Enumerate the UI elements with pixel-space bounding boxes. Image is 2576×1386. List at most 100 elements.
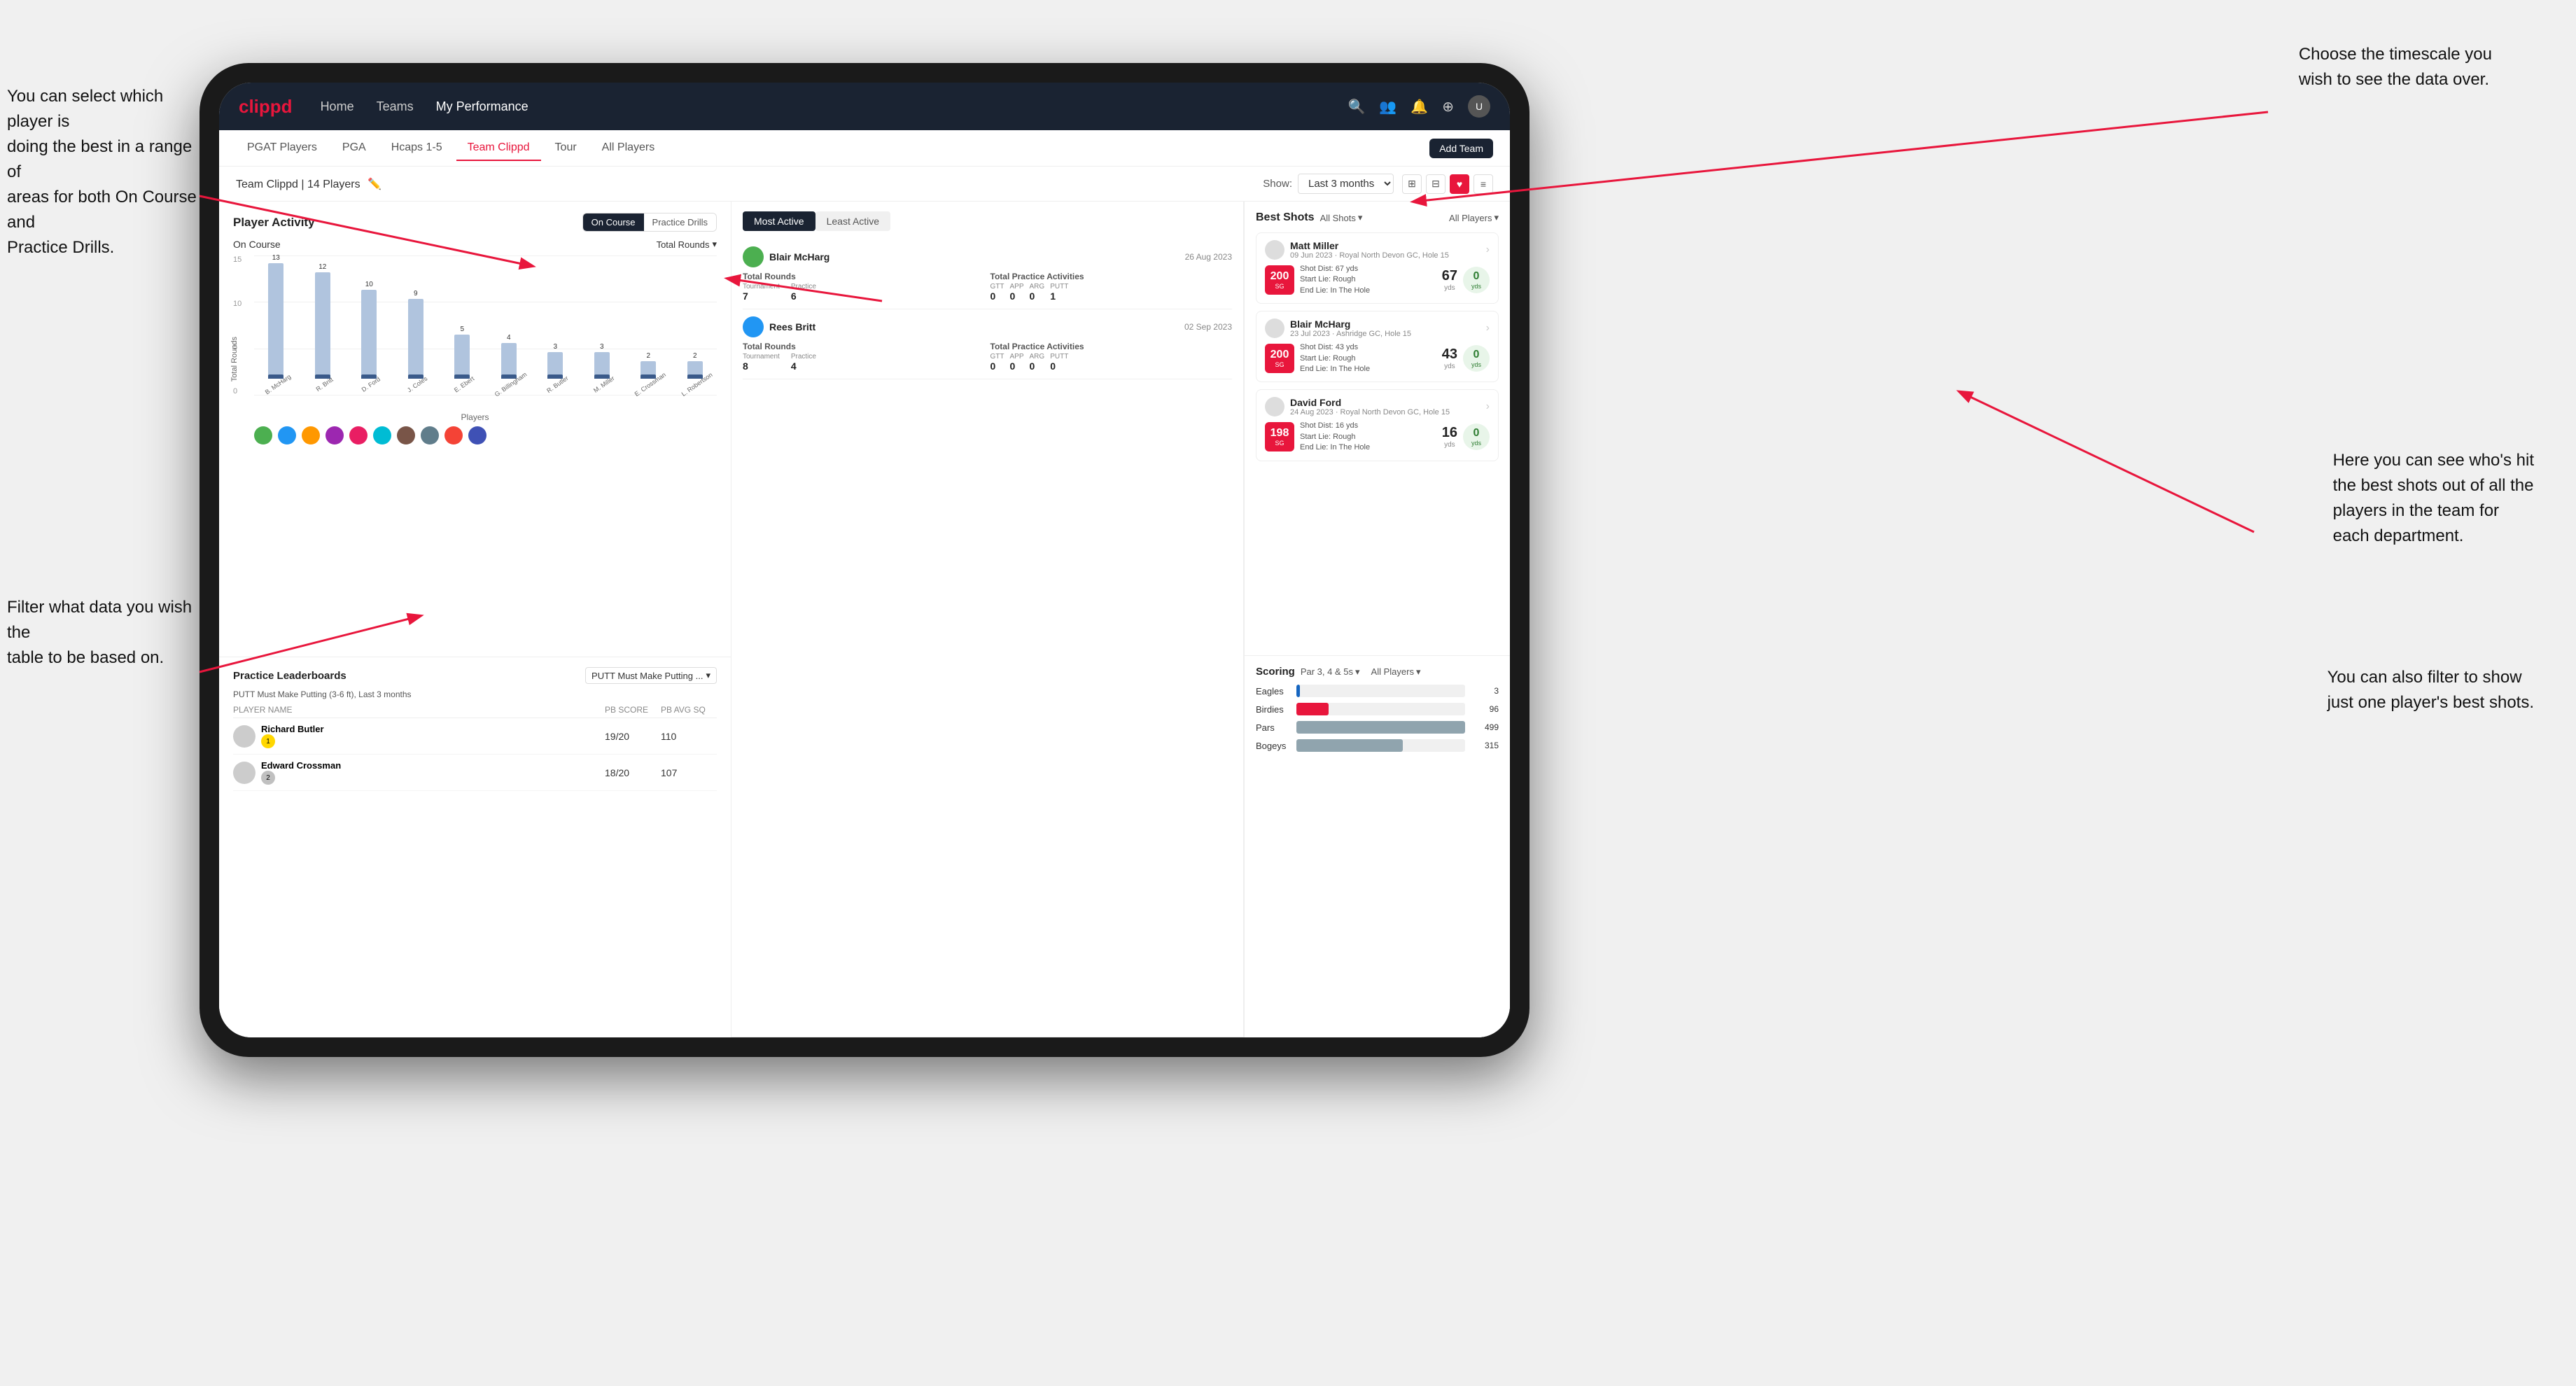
practice-filter-dropdown[interactable]: PUTT Must Make Putting ... ▾ (585, 667, 717, 684)
tab-all-players[interactable]: All Players (591, 136, 666, 161)
nav-links: Home Teams My Performance (321, 99, 1348, 114)
player-activity-card: Blair McHarg 26 Aug 2023 Total Rounds To… (743, 239, 1232, 309)
scoring-bars: Eagles 3 Birdies 96 Pars 499 Bogeys 315 (1256, 685, 1499, 752)
shot-player-meta: 23 Jul 2023 · Ashridge GC, Hole 15 (1290, 330, 1411, 338)
shot-details-row: 198 SG Shot Dist: 16 yds Start Lie: Roug… (1265, 421, 1490, 453)
shots-filter-dropdown[interactable]: All Shots ▾ (1320, 212, 1363, 223)
chevron-right-icon: › (1486, 400, 1490, 413)
practice-drills-toggle[interactable]: Practice Drills (644, 214, 716, 231)
navbar: clippd Home Teams My Performance 🔍 👥 🔔 ⊕… (219, 83, 1510, 130)
nav-link-home[interactable]: Home (321, 99, 354, 114)
leaderboard-row: Edward Crossman 2 18/20 107 (233, 755, 717, 791)
people-icon[interactable]: 👥 (1379, 98, 1396, 115)
tab-hcaps[interactable]: Hcaps 1-5 (380, 136, 454, 161)
mini-avatar (444, 426, 463, 444)
practice-header: Practice Leaderboards PUTT Must Make Put… (233, 667, 717, 684)
scoring-bar-track (1296, 685, 1465, 697)
middle-panel: Most Active Least Active Blair McHarg 26… (732, 202, 1244, 1037)
chart-dropdown[interactable]: Total Rounds ▾ (657, 239, 717, 250)
tab-pga[interactable]: PGA (331, 136, 377, 161)
best-shots-title: Best Shots (1256, 211, 1315, 224)
bar (640, 361, 656, 379)
bar-label-top: 4 (507, 334, 511, 342)
view-list-button[interactable]: ≡ (1474, 174, 1493, 194)
team-name: Team Clippd | 14 Players ✏️ (236, 177, 1263, 191)
scoring-bar-row: Bogeys 315 (1256, 739, 1499, 752)
shot-player-name: Blair McHarg (1290, 318, 1411, 330)
tab-tour[interactable]: Tour (544, 136, 588, 161)
y-axis-title: Total Rounds (230, 337, 239, 382)
scoring-player-filter-dropdown[interactable]: All Players ▾ (1371, 666, 1421, 678)
search-icon[interactable]: 🔍 (1348, 98, 1366, 115)
scoring-filter-dropdown[interactable]: Par 3, 4 & 5s ▾ (1301, 666, 1360, 678)
pb-score-cell: 18/20 (605, 767, 661, 778)
shot-yds: 43 yds (1442, 346, 1457, 370)
shot-yds: 16 yds (1442, 425, 1457, 449)
view-grid-small-button[interactable]: ⊟ (1426, 174, 1446, 194)
scoring-bar-label: Bogeys (1256, 741, 1291, 751)
shot-player-name: Matt Miller (1290, 240, 1449, 251)
shot-player-row: Blair McHarg 23 Jul 2023 · Ashridge GC, … (1265, 318, 1490, 338)
shot-card[interactable]: David Ford 24 Aug 2023 · Royal North Dev… (1256, 389, 1499, 461)
team-header: Team Clippd | 14 Players ✏️ Show: Last 3… (219, 167, 1510, 202)
shot-details-row: 200 SG Shot Dist: 67 yds Start Lie: Roug… (1265, 264, 1490, 296)
left-panel: Player Activity On Course Practice Drill… (219, 202, 732, 1037)
player-activity-cards: Blair McHarg 26 Aug 2023 Total Rounds To… (743, 239, 1232, 379)
scoring-header: Scoring Par 3, 4 & 5s ▾ All Players ▾ (1256, 666, 1499, 678)
tab-team-clippd[interactable]: Team Clippd (456, 136, 541, 161)
tablet-screen: clippd Home Teams My Performance 🔍 👥 🔔 ⊕… (219, 83, 1510, 1037)
shot-info: Shot Dist: 43 yds Start Lie: Rough End L… (1300, 342, 1436, 374)
tablet-shell: clippd Home Teams My Performance 🔍 👥 🔔 ⊕… (200, 63, 1530, 1057)
bar (361, 290, 377, 379)
leaderboard-rows: Richard Butler 1 19/20 110 Edward Crossm… (233, 718, 717, 791)
nav-link-performance[interactable]: My Performance (436, 99, 528, 114)
practice-subtitle: PUTT Must Make Putting (3-6 ft), Last 3 … (233, 690, 717, 699)
most-active-panel: Most Active Least Active Blair McHarg 26… (732, 202, 1244, 1037)
least-active-tab[interactable]: Least Active (816, 211, 891, 231)
view-grid-large-button[interactable]: ⊞ (1402, 174, 1422, 194)
shot-zero: 0 yds (1463, 345, 1490, 372)
shot-badge: 198 SG (1265, 422, 1294, 451)
player-name-cell: Edward Crossman 2 (233, 760, 605, 785)
annotation-best-shots: Here you can see who's hitthe best shots… (2333, 448, 2534, 549)
player-name: Edward Crossman (261, 760, 341, 771)
scoring-bar-label: Eagles (1256, 686, 1291, 696)
bell-icon[interactable]: 🔔 (1410, 98, 1428, 115)
annotation-filter: Filter what data you wish thetable to be… (7, 595, 210, 671)
chevron-down-icon: ▾ (712, 239, 717, 250)
add-team-button[interactable]: Add Team (1429, 139, 1493, 158)
best-shots-header: Best Shots All Shots ▾ All Players ▾ (1256, 211, 1499, 224)
player-name-cell: Richard Butler 1 (233, 724, 605, 748)
time-period-select[interactable]: Last 3 months (1298, 174, 1394, 194)
pb-avg-cell: 107 (661, 767, 717, 778)
shot-player-name: David Ford (1290, 397, 1450, 408)
on-course-toggle[interactable]: On Course (583, 214, 644, 231)
shot-player-avatar (1265, 397, 1284, 416)
scoring-bar-track (1296, 739, 1465, 752)
view-heart-button[interactable]: ♥ (1450, 174, 1469, 194)
most-active-tab[interactable]: Most Active (743, 211, 816, 231)
show-label: Show: (1263, 178, 1292, 190)
scoring-bar-row: Birdies 96 (1256, 703, 1499, 715)
shot-card[interactable]: Matt Miller 09 Jun 2023 · Royal North De… (1256, 232, 1499, 304)
mini-avatar (349, 426, 368, 444)
shot-details-row: 200 SG Shot Dist: 43 yds Start Lie: Roug… (1265, 342, 1490, 374)
rank-badge: 1 (261, 734, 275, 748)
chevron-down-icon: ▾ (706, 670, 710, 681)
pb-score-cell: 19/20 (605, 731, 661, 742)
edit-icon[interactable]: ✏️ (368, 178, 382, 190)
add-circle-icon[interactable]: ⊕ (1442, 98, 1454, 115)
practice-panel: Practice Leaderboards PUTT Must Make Put… (219, 657, 732, 1037)
mini-avatar (278, 426, 296, 444)
nav-link-teams[interactable]: Teams (377, 99, 414, 114)
shot-card[interactable]: Blair McHarg 23 Jul 2023 · Ashridge GC, … (1256, 311, 1499, 382)
tab-pgat-players[interactable]: PGAT Players (236, 136, 328, 161)
scoring-bar-value: 3 (1471, 686, 1499, 696)
best-shots-panel: Best Shots All Shots ▾ All Players ▾ (1245, 202, 1510, 656)
avatar[interactable]: U (1468, 95, 1490, 118)
scoring-bar-value: 96 (1471, 704, 1499, 714)
scoring-title: Scoring (1256, 666, 1295, 678)
main-content: Player Activity On Course Practice Drill… (219, 202, 1510, 1037)
shots-player-filter-dropdown[interactable]: All Players ▾ (1449, 212, 1499, 223)
chevron-right-icon: › (1486, 322, 1490, 335)
